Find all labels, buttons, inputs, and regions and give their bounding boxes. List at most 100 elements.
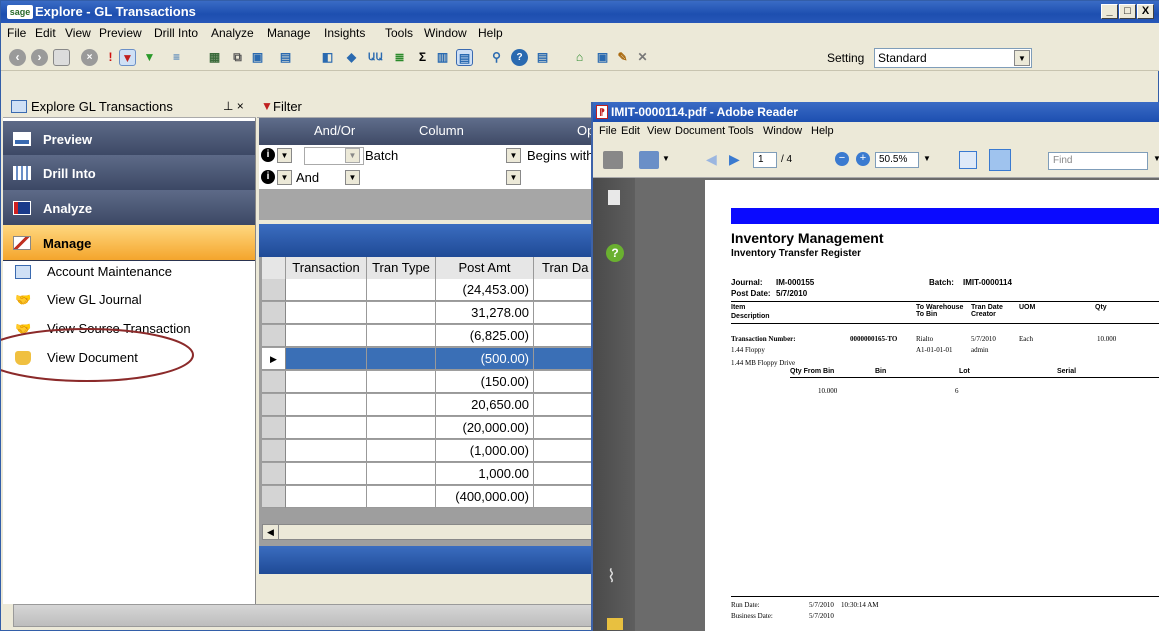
menu-drill-into[interactable]: Drill Into: [154, 26, 198, 40]
post-amt-cell[interactable]: (20,000.00): [436, 417, 534, 439]
help-icon[interactable]: ?: [606, 244, 624, 262]
comments-icon[interactable]: [607, 618, 623, 630]
tran-type-cell[interactable]: [367, 325, 436, 347]
info-icon[interactable]: i: [261, 170, 275, 184]
menu-file[interactable]: File: [7, 26, 26, 40]
menu-analyze[interactable]: Analyze: [211, 26, 254, 40]
chevron-down-icon[interactable]: ▼: [506, 170, 521, 185]
col-post-amt[interactable]: Post Amt: [436, 257, 534, 279]
chevron-down-icon[interactable]: ▼: [1153, 154, 1159, 163]
reader-menu-document[interactable]: Document: [675, 125, 725, 137]
row-header[interactable]: [262, 371, 286, 393]
row-header[interactable]: [262, 440, 286, 462]
menu-manage[interactable]: Manage: [267, 26, 310, 40]
transaction-cell[interactable]: [286, 486, 367, 508]
zoom-out-icon[interactable]: −: [835, 152, 849, 166]
filter-icon[interactable]: ▼: [119, 49, 136, 66]
reader-menu-window[interactable]: Window: [763, 125, 802, 137]
transaction-cell[interactable]: [286, 463, 367, 485]
post-amt-cell[interactable]: (150.00): [436, 371, 534, 393]
scroll-left-icon[interactable]: ◀: [263, 525, 279, 539]
chevron-down-icon[interactable]: ▼: [662, 154, 670, 163]
maximize-button[interactable]: □: [1119, 4, 1136, 19]
row-header[interactable]: [262, 394, 286, 416]
nav-preview[interactable]: Preview: [3, 121, 255, 157]
info-icon[interactable]: i: [261, 148, 275, 162]
row-header[interactable]: [262, 302, 286, 324]
zoom-input[interactable]: 50.5%: [875, 152, 919, 168]
post-amt-cell[interactable]: (400,000.00): [436, 486, 534, 508]
horizontal-scrollbar[interactable]: ◀: [262, 524, 600, 540]
row-header[interactable]: [262, 325, 286, 347]
zoom-in-icon[interactable]: +: [856, 152, 870, 166]
transaction-cell[interactable]: [286, 371, 367, 393]
chevron-down-icon[interactable]: ▼: [345, 148, 360, 163]
find-input[interactable]: Find: [1048, 152, 1148, 170]
chevron-down-icon[interactable]: ▼: [277, 148, 292, 163]
nav-drill-into[interactable]: Drill Into: [3, 155, 255, 191]
row-header[interactable]: ▶: [262, 348, 286, 370]
help-icon[interactable]: ?: [511, 49, 528, 66]
group-icon[interactable]: ԱԱ: [367, 49, 384, 66]
post-amt-cell[interactable]: (1,000.00): [436, 440, 534, 462]
stop-icon[interactable]: ×: [81, 49, 98, 66]
tools-icon[interactable]: ✎: [614, 49, 631, 66]
list-icon[interactable]: ▤: [534, 49, 551, 66]
reader-menu-file[interactable]: File: [599, 125, 617, 137]
andor-select[interactable]: And: [296, 170, 319, 185]
alert-icon[interactable]: !: [102, 49, 119, 66]
row-header[interactable]: [262, 279, 286, 301]
nav-analyze[interactable]: Analyze: [3, 190, 255, 226]
chevron-down-icon[interactable]: ▼: [923, 154, 931, 163]
attachment-icon[interactable]: ⌇: [607, 566, 616, 587]
tran-type-cell[interactable]: [367, 486, 436, 508]
chevron-down-icon[interactable]: ▼: [277, 170, 292, 185]
report-icon[interactable]: ▣: [249, 49, 266, 66]
transaction-cell[interactable]: [286, 440, 367, 462]
previous-page-icon[interactable]: ◀: [706, 151, 717, 168]
sum-icon[interactable]: Σ: [414, 49, 431, 66]
menu-preview[interactable]: Preview: [99, 26, 142, 40]
post-amt-cell[interactable]: (500.00): [436, 348, 534, 370]
zoom-tool-icon[interactable]: [639, 151, 659, 169]
pages-icon[interactable]: [608, 190, 620, 205]
home-icon[interactable]: ⌂: [571, 49, 588, 66]
transaction-cell[interactable]: [286, 394, 367, 416]
post-amt-cell[interactable]: (6,825.00): [436, 325, 534, 347]
layout-icon[interactable]: ▤: [456, 49, 473, 66]
menu-help[interactable]: Help: [478, 26, 503, 40]
fit-width-icon[interactable]: [959, 151, 977, 169]
search-icon[interactable]: ⚲: [488, 49, 505, 66]
filter-row[interactable]: i ▼ ▼ Batch ▼ Begins with: [259, 145, 600, 167]
tran-type-cell[interactable]: [367, 371, 436, 393]
pivot-icon[interactable]: ◆: [343, 49, 360, 66]
post-amt-cell[interactable]: 31,278.00: [436, 302, 534, 324]
menu-edit[interactable]: Edit: [35, 26, 56, 40]
col-tran-type[interactable]: Tran Type: [367, 257, 436, 279]
back-icon[interactable]: ‹: [9, 49, 26, 66]
row-header[interactable]: [262, 486, 286, 508]
copy-icon[interactable]: ⧉: [229, 49, 246, 66]
tran-type-cell[interactable]: [367, 279, 436, 301]
next-page-icon[interactable]: ▶: [729, 151, 740, 168]
chevron-down-icon[interactable]: ▼: [506, 148, 521, 163]
filter-row[interactable]: i ▼ And ▼ ▼: [259, 167, 600, 189]
print-icon[interactable]: [603, 151, 623, 169]
pin-close-icon[interactable]: ⊥ ×: [223, 99, 244, 113]
transaction-cell[interactable]: [286, 302, 367, 324]
delete-icon[interactable]: ✕: [634, 49, 651, 66]
reader-menu-help[interactable]: Help: [811, 125, 834, 137]
col-transaction[interactable]: Transaction: [286, 257, 367, 279]
op-select[interactable]: Begins with: [527, 148, 593, 163]
tran-type-cell[interactable]: [367, 394, 436, 416]
nav-manage[interactable]: Manage: [3, 225, 255, 261]
reader-menu-tools[interactable]: Tools: [728, 125, 754, 137]
transaction-cell[interactable]: [286, 348, 367, 370]
reader-menu-edit[interactable]: Edit: [621, 125, 640, 137]
fit-page-icon[interactable]: [989, 149, 1011, 171]
close-button[interactable]: X: [1137, 4, 1154, 19]
sort-icon[interactable]: ≡: [168, 49, 185, 66]
forward-icon[interactable]: ›: [31, 49, 48, 66]
setting-select[interactable]: Standard ▼: [874, 48, 1032, 68]
row-header[interactable]: [262, 463, 286, 485]
